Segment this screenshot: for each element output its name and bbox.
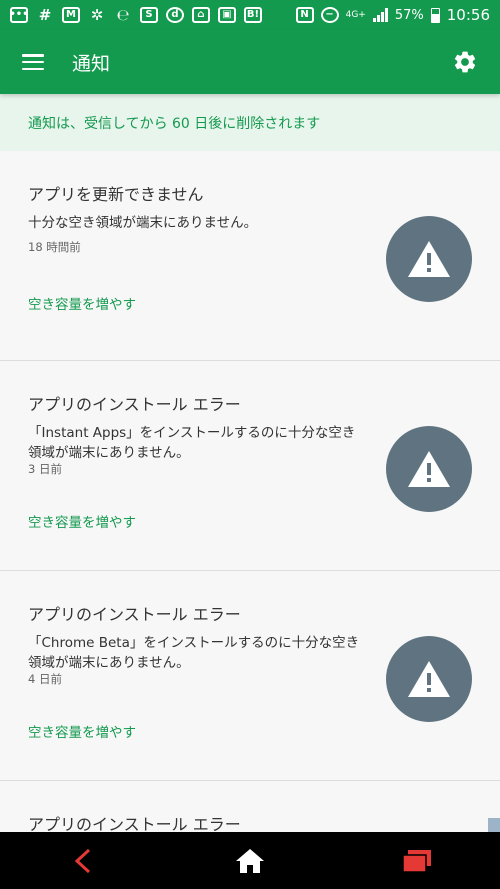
warning-icon	[386, 636, 472, 722]
page-title: 通知	[72, 52, 111, 75]
notification-time: 3 日前	[28, 462, 62, 476]
chat-icon: •••	[9, 7, 29, 23]
s-icon: S	[140, 7, 158, 23]
notification-title: アプリのインストール エラー	[28, 605, 241, 624]
hatena-icon: B!	[244, 7, 262, 23]
signal-icon	[372, 8, 388, 22]
retention-notice-text: 通知は、受信してから 60 日後に削除されます	[28, 115, 321, 132]
hamburger-menu-icon[interactable]	[22, 54, 44, 70]
home-app-icon: ⌂	[192, 7, 210, 23]
home-button[interactable]	[220, 841, 280, 881]
battery-icon	[430, 7, 440, 23]
notification-body: 「Instant Apps」をインストールするのに十分な空き領域が端末にありませ…	[28, 425, 356, 461]
free-up-space-button[interactable]: 空き容量を増やす	[28, 293, 136, 313]
notification-body: 十分な空き領域が端末にありません。	[28, 215, 258, 231]
back-icon	[75, 848, 91, 873]
do-not-disturb-icon: −	[320, 7, 339, 23]
free-up-space-button[interactable]: 空き容量を増やす	[28, 721, 136, 741]
network-type: 4G+	[345, 9, 366, 20]
notification-list: アプリを更新できません 十分な空き領域が端末にありません。 18 時間前 空き容…	[0, 151, 500, 861]
notification-card[interactable]: アプリのインストール エラー 「Instant Apps」をインストールするのに…	[0, 361, 500, 571]
e-icon: ℮	[116, 5, 130, 24]
notification-title: アプリのインストール エラー	[28, 395, 241, 414]
notification-time: 4 日前	[28, 672, 62, 686]
notification-time: 18 時間前	[28, 240, 81, 254]
d-icon: d	[166, 7, 184, 23]
home-icon	[235, 848, 264, 873]
notification-card[interactable]: アプリのインストール エラー 「Chrome Beta」をインストールするのに十…	[0, 571, 500, 781]
app-icon: ▣	[218, 7, 236, 23]
slack-icon: #	[38, 5, 52, 24]
notification-card[interactable]: アプリを更新できません 十分な空き領域が端末にありません。 18 時間前 空き容…	[0, 151, 500, 361]
gmail-icon: M	[62, 7, 80, 23]
status-bar: ••• # M ✲ ℮ S d ⌂ ▣ B! N − 4G+ 57% 10:56	[0, 0, 500, 30]
status-system-icons: N − 4G+ 57% 10:56	[295, 6, 490, 24]
warning-icon	[386, 216, 472, 302]
back-button[interactable]	[53, 841, 113, 881]
battery-percent: 57%	[394, 7, 424, 23]
clock: 10:56	[446, 6, 490, 24]
gear-icon[interactable]	[452, 49, 478, 75]
free-up-space-button[interactable]: 空き容量を増やす	[28, 511, 136, 531]
notification-title: アプリを更新できません	[28, 185, 204, 204]
warning-icon	[386, 426, 472, 512]
recents-button[interactable]	[387, 841, 447, 881]
scrollbar-thumb[interactable]	[488, 818, 500, 832]
nfc-icon: N	[295, 7, 314, 23]
retention-notice-banner: 通知は、受信してから 60 日後に削除されます	[0, 94, 500, 151]
pinwheel-icon: ✲	[90, 5, 104, 24]
recents-icon	[401, 849, 431, 873]
system-navigation-bar	[0, 832, 500, 889]
app-bar: 通知	[0, 30, 500, 94]
notification-body: 「Chrome Beta」をインストールするのに十分な空き領域が端末にありません…	[28, 635, 360, 671]
status-notification-icons: ••• # M ✲ ℮ S d ⌂ ▣ B!	[9, 5, 262, 24]
